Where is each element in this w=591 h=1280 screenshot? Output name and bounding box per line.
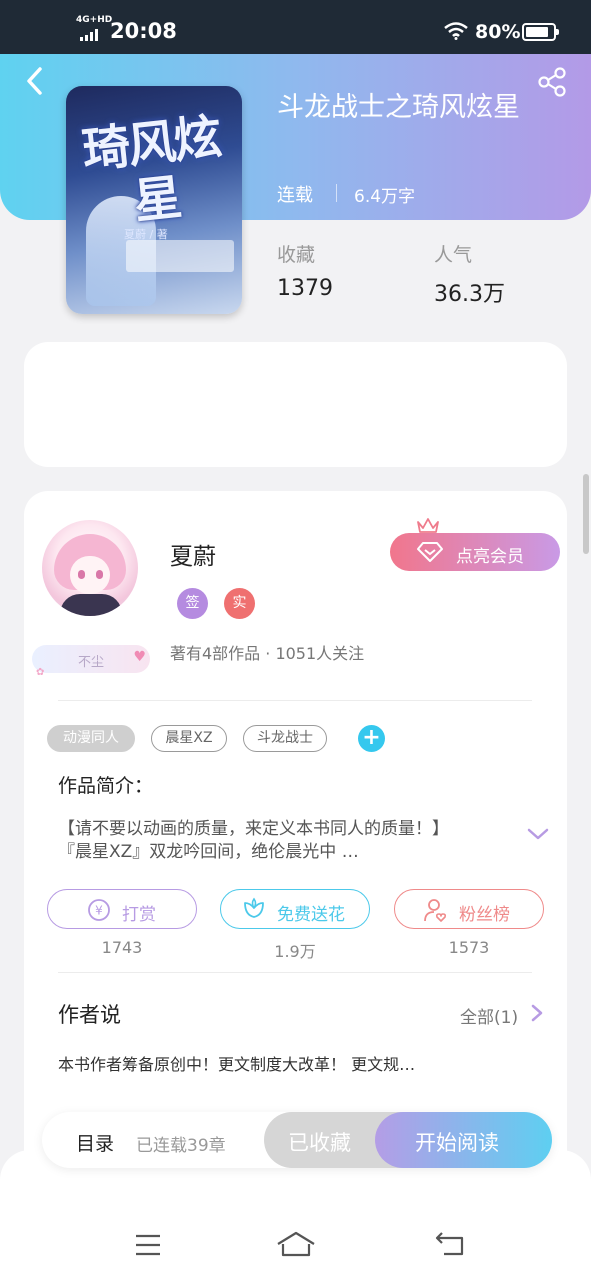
back-icon[interactable]	[20, 66, 50, 96]
chevron-right-icon[interactable]	[530, 1004, 544, 1022]
signed-badge: 签	[177, 588, 208, 619]
divider	[58, 700, 532, 701]
verified-badge: 实	[224, 588, 255, 619]
status-bar: 4G+HD 20:08 80%	[0, 0, 591, 54]
system-nav-bar	[0, 1150, 591, 1280]
table-of-contents-button[interactable]: 目录	[76, 1129, 114, 1156]
network-indicator: 4G+HD	[76, 15, 113, 25]
home-icon[interactable]	[276, 1230, 316, 1258]
clock: 20:08	[110, 19, 177, 43]
fan-badge: 不尘 ♥ ✿	[32, 645, 150, 678]
favorites-label: 收藏	[277, 244, 316, 266]
divider	[58, 972, 532, 973]
word-count: 6.4万字	[354, 187, 416, 207]
cover-title: 琦风炫星	[79, 109, 223, 231]
flower-count: 1.9万	[274, 942, 316, 961]
all-notes-link[interactable]: 全部(1)	[460, 1003, 518, 1028]
flower-icon	[244, 897, 264, 918]
author-avatar[interactable]	[42, 520, 138, 616]
blank-card	[24, 342, 567, 467]
battery-icon	[522, 23, 559, 41]
user-heart-icon	[424, 899, 447, 922]
book-status: 连载	[277, 185, 313, 206]
tag-doulong[interactable]: 斗龙战士	[243, 725, 327, 752]
fan-badge-label: 不尘	[77, 655, 104, 670]
book-title: 斗龙战士之琦风炫星	[277, 92, 520, 123]
wifi-icon	[444, 22, 468, 40]
scrollbar[interactable]	[583, 474, 589, 554]
tip-button[interactable]: ¥ 打赏	[47, 889, 197, 929]
share-icon[interactable]	[536, 66, 568, 98]
fan-count: 1573	[448, 938, 490, 957]
chevron-down-icon[interactable]	[526, 826, 550, 842]
intro-title: 作品简介：	[58, 775, 154, 797]
divider	[336, 184, 337, 202]
send-flower-button[interactable]: 免费送花	[220, 889, 370, 929]
author-meta: 著有4部作品 · 1051人关注	[170, 644, 365, 663]
menu-icon[interactable]	[134, 1233, 162, 1257]
tag-anime-fanfic[interactable]: 动漫同人	[47, 725, 135, 752]
tag-chenxing[interactable]: 晨星XZ	[151, 725, 227, 752]
fan-ranking-label: 粉丝榜	[459, 905, 510, 925]
add-tag-icon[interactable]: +	[358, 725, 385, 752]
heart-icon: ♥	[133, 649, 146, 665]
battery-percent: 80%	[475, 21, 521, 43]
author-note[interactable]: 本书作者筹备原创中！更文制度大改革！ 更文规…	[58, 1051, 415, 1075]
tip-count: 1743	[101, 938, 143, 957]
vip-button[interactable]: 点亮会员	[390, 533, 560, 571]
popularity-label: 人气	[434, 244, 473, 266]
start-reading-button[interactable]: 开始阅读	[375, 1112, 552, 1168]
collected-label: 已收藏	[288, 1131, 351, 1155]
book-cover[interactable]: 琦风炫星 夏蔚 / 著	[66, 86, 242, 314]
fan-ranking-button[interactable]: 粉丝榜	[394, 889, 544, 929]
vip-button-label: 点亮会员	[456, 547, 524, 567]
start-reading-label: 开始阅读	[415, 1131, 499, 1155]
popularity-value: 36.3万	[434, 282, 505, 307]
sparkle-icon: ✿	[36, 667, 45, 678]
intro-line: 【请不要以动画的质量，来定义本书同人的质量！】	[58, 819, 449, 839]
signal-icon	[80, 29, 104, 41]
svg-text:¥: ¥	[95, 904, 103, 918]
back-nav-icon[interactable]	[434, 1231, 466, 1257]
favorites-value: 1379	[277, 276, 333, 301]
author-says-title: 作者说	[58, 1003, 121, 1027]
coin-icon: ¥	[88, 899, 110, 921]
diamond-icon	[417, 542, 443, 562]
intro-line: 『晨星XZ』双龙吟回间，绝伦晨光中 …	[58, 842, 359, 862]
chapter-count: 已连载39章	[136, 1136, 226, 1156]
tip-label: 打赏	[122, 905, 156, 925]
author-name[interactable]: 夏蔚	[170, 537, 216, 571]
crown-icon	[417, 518, 439, 533]
send-flower-label: 免费送花	[277, 905, 345, 925]
cover-blurb	[126, 240, 234, 272]
